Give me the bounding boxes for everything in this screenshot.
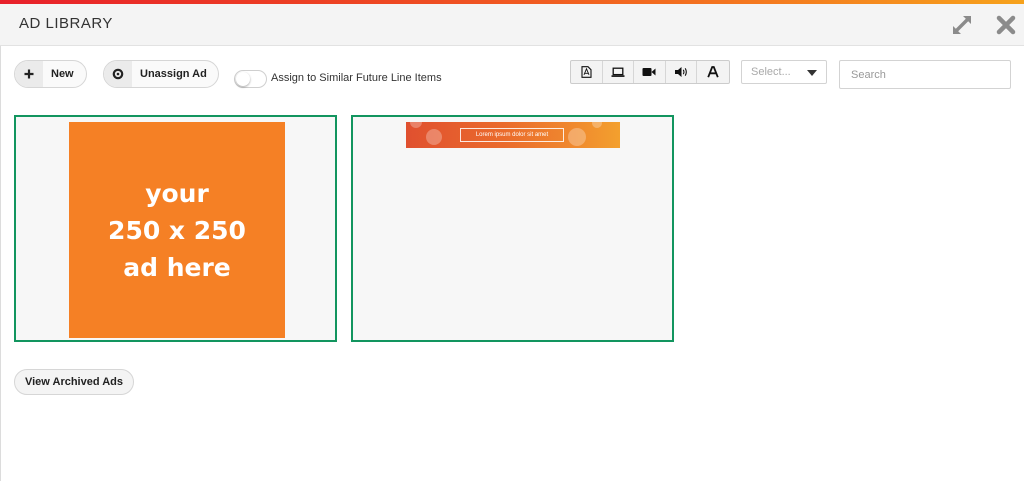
new-button-label: New xyxy=(51,68,74,80)
unassign-ad-button[interactable]: Unassign Ad xyxy=(103,60,219,88)
ad-text-line-2: 250 x 250 xyxy=(108,215,246,245)
ad-card-banner[interactable]: Lorem ipsum dolor sit amet xyxy=(351,115,674,342)
close-icon[interactable] xyxy=(994,13,1018,37)
modal-header: AD LIBRARY xyxy=(0,4,1024,46)
ad-text-line-1: your xyxy=(145,178,209,208)
laptop-icon[interactable] xyxy=(603,61,635,83)
modal-left-border xyxy=(0,46,1,481)
speaker-icon[interactable] xyxy=(666,61,698,83)
modal-title: AD LIBRARY xyxy=(19,15,113,32)
ad-preview-250x250: your 250 x 250 ad here xyxy=(69,122,285,338)
expand-icon[interactable] xyxy=(950,13,974,37)
circle-dot-icon xyxy=(104,61,132,87)
search-input[interactable] xyxy=(839,60,1011,89)
video-camera-icon[interactable] xyxy=(634,61,666,83)
assign-similar-toggle[interactable] xyxy=(234,70,267,88)
plus-icon xyxy=(15,61,43,87)
ad-type-filter-group xyxy=(570,60,730,84)
chevron-down-icon xyxy=(807,70,817,76)
assign-similar-label: Assign to Similar Future Line Items xyxy=(271,72,442,84)
ad-text-line-3: ad here xyxy=(123,252,231,282)
ad-filter-select[interactable]: Select... xyxy=(741,60,827,84)
pdf-file-icon[interactable] xyxy=(571,61,603,83)
view-archived-ads-button[interactable]: View Archived Ads xyxy=(14,369,134,395)
ad-card-250x250[interactable]: your 250 x 250 ad here xyxy=(14,115,337,342)
new-button[interactable]: New xyxy=(14,60,87,88)
unassign-ad-label: Unassign Ad xyxy=(140,68,207,80)
ad-preview-banner: Lorem ipsum dolor sit amet xyxy=(406,122,620,148)
select-placeholder: Select... xyxy=(751,66,791,78)
text-font-icon[interactable] xyxy=(697,61,729,83)
banner-caption: Lorem ipsum dolor sit amet xyxy=(460,128,564,142)
toggle-knob xyxy=(236,72,250,86)
